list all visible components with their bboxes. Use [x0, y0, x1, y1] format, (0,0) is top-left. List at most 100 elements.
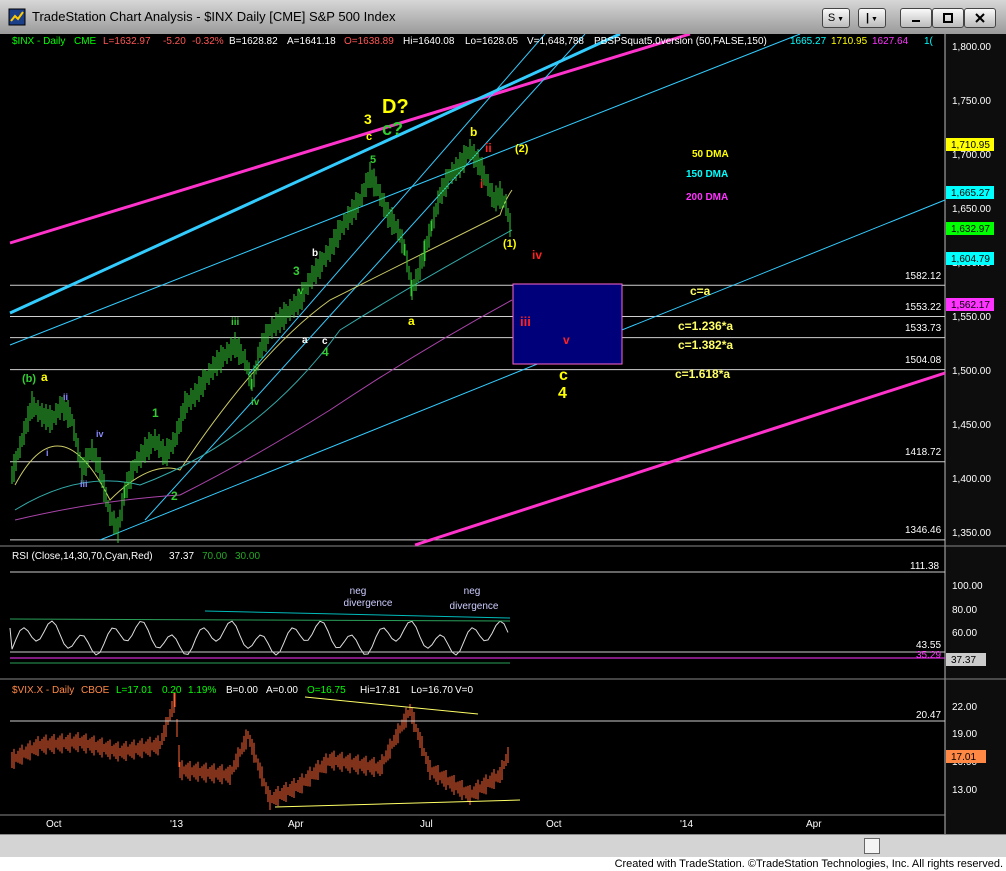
wave-d-question: D?	[382, 96, 409, 118]
price-pane-header: $INX - Daily CME L=1632.97 -5.20 -0.32% …	[12, 36, 934, 47]
vix-last: L=17.01	[116, 685, 153, 696]
vix-symbol: $VIX.X - Daily	[12, 685, 74, 696]
price-volume: V=1,648,788	[527, 36, 584, 47]
target-1618: c=1.618*a	[675, 367, 730, 381]
indicator-label: PBSPSquat5.0version (50,FALSE,150)	[594, 36, 767, 47]
wave-g-iv: iv	[251, 397, 260, 408]
wave-i: i	[480, 177, 483, 191]
wave-g-a: a	[302, 335, 308, 346]
minimize-button[interactable]	[900, 8, 932, 28]
price-open: O=1638.89	[344, 36, 394, 47]
price-tick: 1,800.00	[952, 42, 991, 53]
wave-3: 3	[364, 111, 372, 127]
chart-svg[interactable]: $INX - Daily CME L=1632.97 -5.20 -0.32% …	[0, 32, 1006, 834]
footer-credit: Created with TradeStation. ©TradeStation…	[614, 858, 1003, 870]
price-tick: 1,500.00	[952, 366, 991, 377]
price-exchange: CME	[74, 36, 97, 47]
wave-g-v: v	[298, 286, 304, 297]
price-tick: 1,750.00	[952, 96, 991, 107]
target-1382: c=1.382*a	[678, 338, 733, 352]
rsi-tick: 111.38	[910, 561, 940, 572]
vix-tick: 20.47	[916, 710, 941, 721]
price-tick: 1,400.00	[952, 474, 991, 485]
time-tick: Oct	[46, 819, 62, 830]
rsi-value: 37.37	[169, 551, 194, 562]
title-bar: TradeStation Chart Analysis - $INX Daily…	[0, 0, 1006, 35]
wave-a-small: a	[41, 370, 48, 384]
price-tick: 1,650.00	[952, 204, 991, 215]
tag-150dma: 1,665.27	[951, 188, 990, 199]
wave-4: 4	[558, 385, 567, 402]
wave-g-3: 3	[293, 264, 300, 278]
vix-tick: 13.00	[952, 785, 977, 796]
tag-last: 1,632.97	[951, 224, 990, 235]
scrollbar-thumb[interactable]	[864, 838, 880, 854]
time-tick: Apr	[806, 819, 822, 830]
wave-v: v	[563, 333, 570, 347]
vix-exchange: CBOE	[81, 685, 110, 696]
rsi-tick: 100.00	[952, 581, 983, 592]
time-tick: '14	[680, 819, 693, 830]
chart-area[interactable]: $INX - Daily CME L=1632.97 -5.20 -0.32% …	[0, 32, 1006, 834]
wave-w-iii: iii	[80, 479, 88, 489]
wave-c-big: c	[559, 367, 568, 384]
vix-tick: 22.00	[952, 702, 977, 713]
price-tick: 1,700.00	[952, 150, 991, 161]
minimize-icon	[912, 20, 920, 23]
vix-tick: 19.00	[952, 729, 977, 740]
time-tick: Apr	[288, 819, 304, 830]
horizontal-scrollbar[interactable]	[0, 834, 1006, 857]
close-button[interactable]	[964, 8, 996, 28]
wave-g-2: 2	[171, 489, 178, 503]
indicator-value-2: 1710.95	[831, 36, 868, 47]
window-menu-button[interactable]: | ▼	[858, 8, 886, 28]
indicator-value-1: 1665.27	[790, 36, 827, 47]
rsi-tag: 37.37	[951, 655, 976, 666]
vix-high: Hi=17.81	[360, 685, 401, 696]
rsi-ob: 70.00	[202, 551, 227, 562]
tradestation-app-icon	[8, 8, 26, 26]
indicator-value-3: 1627.64	[872, 36, 909, 47]
price-tick: 1,550.00	[952, 312, 991, 323]
legend-150dma: 150 DMA	[686, 169, 728, 180]
vix-low: Lo=16.70	[411, 685, 453, 696]
wave-5: 5	[370, 154, 376, 166]
vix-tag: 17.01	[951, 752, 976, 763]
wave-c-small: c	[366, 131, 372, 143]
symbol-link-button[interactable]: S ▼	[822, 8, 850, 28]
rsi-divergence-1: divergence	[344, 598, 393, 609]
price-tick: 1,450.00	[952, 420, 991, 431]
rsi-divergence-2: divergence	[450, 601, 499, 612]
price-ask: A=1641.18	[287, 36, 336, 47]
dma-legend: 50 DMA 150 DMA 200 DMA	[686, 149, 729, 203]
maximize-button[interactable]	[932, 8, 964, 28]
vix-ask: A=0.00	[266, 685, 298, 696]
target-1236: c=1.236*a	[678, 319, 733, 333]
price-change: -5.20	[163, 36, 186, 47]
vix-change-pct: 1.19%	[188, 685, 216, 696]
rsi-label: RSI (Close,14,30,70,Cyan,Red)	[12, 551, 153, 562]
tag-604: 1,604.79	[951, 254, 990, 265]
wave-w-i: i	[46, 448, 49, 458]
rsi-tick: 60.00	[952, 628, 977, 639]
tag-200dma: 1,562.17	[951, 300, 990, 311]
time-tick: Jul	[420, 819, 433, 830]
level-label: 1346.46	[905, 525, 942, 536]
window-title: TradeStation Chart Analysis - $INX Daily…	[32, 9, 396, 24]
wave-a: a	[408, 314, 415, 328]
wave-ii: ii	[485, 141, 492, 155]
wave-g-b: b	[312, 248, 318, 259]
price-symbol: $INX - Daily	[12, 36, 65, 47]
tag-50dma: 1,710.95	[951, 140, 990, 151]
wave-g-c: c	[322, 336, 328, 347]
price-high: Hi=1640.08	[403, 36, 455, 47]
wave-1-paren: (1)	[503, 238, 517, 250]
wave-b-paren: (b)	[22, 373, 36, 385]
vix-open: O=16.75	[307, 685, 346, 696]
rsi-tick: 35.29	[916, 650, 941, 661]
wave-iii: iii	[520, 314, 531, 329]
vix-volume: V=0	[455, 685, 474, 696]
time-tick: '13	[170, 819, 183, 830]
price-bid: B=1628.82	[229, 36, 278, 47]
legend-50dma: 50 DMA	[692, 149, 729, 160]
